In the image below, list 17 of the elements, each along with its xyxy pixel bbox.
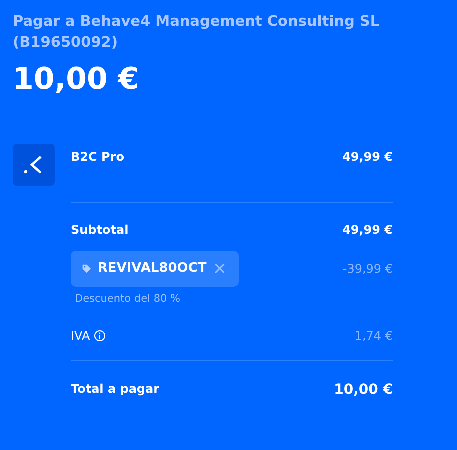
subtotal-label: Subtotal [71, 222, 129, 239]
subtotal-value: 49,99 € [342, 222, 393, 239]
discount-value: -39,99 € [342, 261, 393, 278]
amount-due: 10,00 € [13, 61, 140, 99]
tax-label: IVA [71, 328, 90, 345]
discount-description: Descuento del 80 % [74, 292, 182, 307]
product-name: B2C Pro [71, 149, 124, 166]
coupon-code: REVIVAL80OCT [98, 260, 207, 278]
total-label: Total a pagar [71, 380, 160, 398]
logo-icon [13, 144, 55, 186]
product-price: 49,99 € [342, 149, 393, 166]
tag-icon [82, 263, 92, 275]
payee-title: Pagar a Behave4 Management Consulting SL (B19650092) [13, 13, 381, 53]
info-icon[interactable] [94, 330, 106, 342]
total-value: 10,00 € [334, 380, 393, 400]
remove-coupon-button[interactable]: × [212, 260, 227, 278]
tax-value: 1,74 € [354, 328, 393, 345]
